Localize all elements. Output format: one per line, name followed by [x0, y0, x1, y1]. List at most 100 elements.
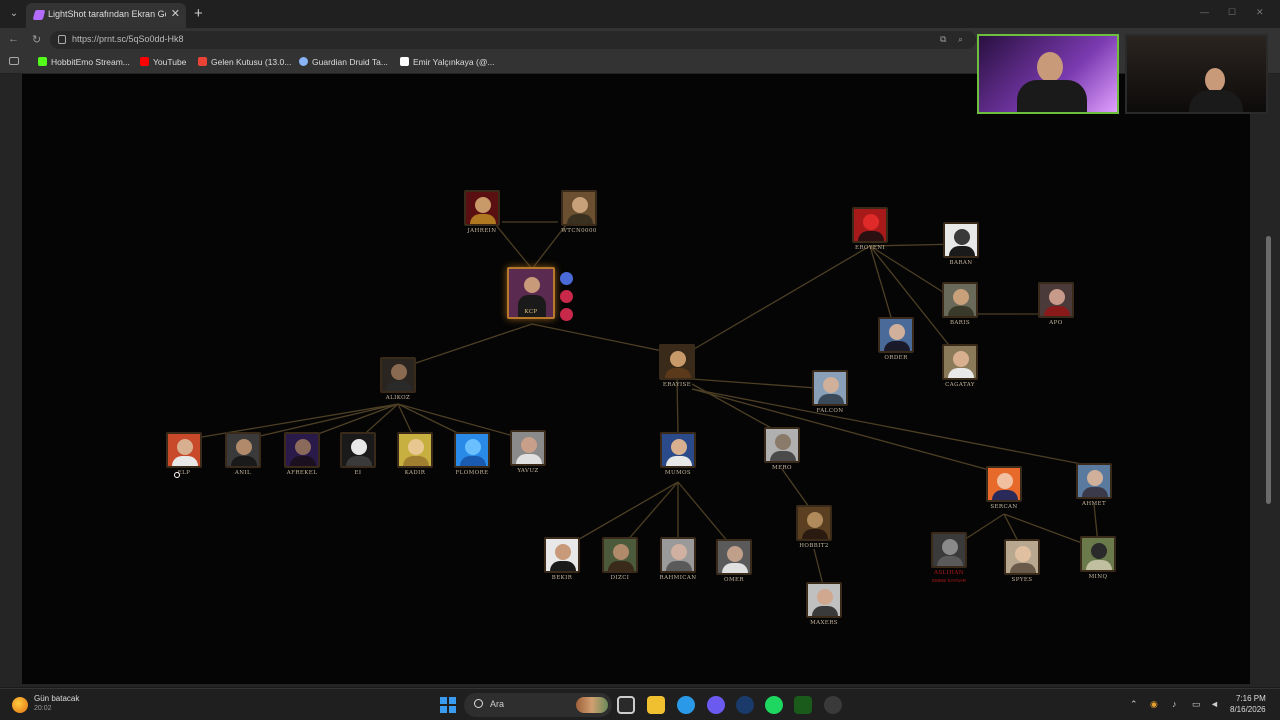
tab-lightshot[interactable]: LightShot tarafından Ekran Görün ✕	[26, 3, 186, 28]
new-tab-button[interactable]: +	[194, 5, 203, 22]
tray-app-icon[interactable]: ◉	[1150, 699, 1158, 710]
node-jahrein[interactable]: JAHREIN	[450, 190, 514, 250]
node-hobbit[interactable]: HOBBIT2	[782, 505, 846, 565]
badge-red-icon[interactable]	[560, 308, 573, 321]
url-text[interactable]: https://prnt.sc/5qSo0dd-Hk8	[72, 34, 184, 44]
node-label: RAHMICAN	[659, 575, 697, 581]
volume-icon[interactable]: ◄	[1210, 699, 1219, 709]
spotify-icon[interactable]	[765, 696, 783, 714]
obs-icon[interactable]	[824, 696, 842, 714]
node-label: KCP	[524, 309, 538, 315]
node-label: ELP	[177, 470, 191, 476]
avatar	[764, 427, 800, 463]
node-label: EI	[354, 470, 362, 476]
avatar	[660, 537, 696, 573]
node-ahmet[interactable]: AHMET	[1062, 463, 1126, 523]
network-icon[interactable]: ▭	[1192, 699, 1201, 710]
lightshot-favicon-icon	[32, 10, 46, 20]
avatar	[1080, 536, 1116, 572]
kick-app-icon[interactable]	[794, 696, 812, 714]
node-mumos[interactable]: MUMOS	[646, 432, 710, 492]
edge-icon[interactable]	[677, 696, 695, 714]
weather-sunset-icon[interactable]	[12, 697, 28, 713]
taskbar-search[interactable]: Ara	[464, 693, 612, 717]
tray-chevron-icon[interactable]: ⌃	[1130, 699, 1138, 710]
node-label: ORDER	[884, 355, 908, 361]
maximize-icon[interactable]: ☐	[1228, 7, 1236, 18]
avatar	[942, 344, 978, 380]
node-erayise[interactable]: ERAYISE	[645, 344, 709, 404]
clock-time[interactable]: 7:16 PM	[1236, 694, 1266, 703]
tab-list-icon[interactable]: ⌄	[6, 6, 22, 22]
discord-icon[interactable]	[707, 696, 725, 714]
node-ei[interactable]: EI	[326, 432, 390, 492]
node-sercan[interactable]: SERCAN	[972, 466, 1036, 526]
node-baris[interactable]: BARIS	[928, 282, 992, 342]
node-order[interactable]: ORDER	[864, 317, 928, 377]
apps-icon[interactable]	[9, 57, 19, 65]
node-label: EROYENI	[854, 245, 886, 251]
node-alikoz[interactable]: ALIKOZ	[366, 357, 430, 417]
webcam-overlay-streamer	[977, 34, 1119, 114]
minimize-icon[interactable]: —	[1200, 7, 1209, 17]
steam-icon[interactable]	[736, 696, 754, 714]
tab-close-icon[interactable]: ✕	[171, 7, 180, 20]
node-dizci[interactable]: DIZCI	[588, 537, 652, 597]
avatar	[659, 344, 695, 380]
node-minq[interactable]: MINQ	[1066, 536, 1130, 596]
bookmark-youtube[interactable]: YouTube	[140, 57, 186, 69]
node-omer[interactable]: OMER	[702, 539, 766, 599]
node-afrekel[interactable]: AFREKEL	[270, 432, 334, 492]
avatar	[852, 207, 888, 243]
bookmark-guardian-druid[interactable]: Guardian Druid Ta...	[299, 57, 388, 69]
avatar	[878, 317, 914, 353]
task-view-icon[interactable]	[617, 696, 635, 714]
node-baran[interactable]: BARAN	[929, 222, 993, 282]
file-explorer-icon[interactable]	[647, 696, 665, 714]
avatar	[544, 537, 580, 573]
node-root[interactable]: KCP	[499, 267, 563, 327]
bookmark-x[interactable]: Emir Yalçınkaya (@...	[400, 57, 495, 69]
node-label: KADIR	[404, 470, 426, 476]
node-label: OMER	[724, 577, 744, 583]
start-button[interactable]	[440, 697, 456, 713]
avatar	[660, 432, 696, 468]
microphone-icon[interactable]: ♪	[1172, 699, 1177, 709]
badge-blue-icon[interactable]	[560, 272, 573, 285]
node-label: SPYES	[1011, 577, 1033, 583]
site-info-icon[interactable]	[58, 35, 66, 44]
node-kadir[interactable]: KADIR	[383, 432, 447, 492]
weather-title[interactable]: Gün batacak	[34, 694, 79, 703]
node-yavuz[interactable]: YAVUZ	[496, 430, 560, 490]
zoom-icon[interactable]: ⌕	[958, 34, 963, 45]
back-icon[interactable]: ←	[8, 33, 19, 45]
node-apo[interactable]: APO	[1024, 282, 1088, 342]
node-label: BEKIR	[551, 575, 573, 581]
address-bar[interactable]: https://prnt.sc/5qSo0dd-Hk8 ⧉ ⌕	[50, 31, 976, 49]
node-flomore[interactable]: FLOMORE	[440, 432, 504, 492]
node-falcon[interactable]: FALCON	[798, 370, 862, 430]
node-anil[interactable]: ANIL	[211, 432, 275, 492]
clock-date[interactable]: 8/16/2026	[1230, 705, 1266, 714]
node-label: MINQ	[1088, 574, 1108, 580]
node-rahmican[interactable]: RAHMICAN	[646, 537, 710, 597]
node-label: DIZCI	[610, 575, 630, 581]
node-eroyeni[interactable]: EROYENI	[838, 207, 902, 267]
node-wtcn[interactable]: WTCN0000	[547, 190, 611, 250]
tab-bar: ⌄ LightShot tarafından Ekran Görün ✕ + —…	[0, 0, 1280, 28]
reload-icon[interactable]: ↻	[32, 33, 41, 46]
badge-red-icon[interactable]	[560, 290, 573, 303]
page-scrollbar[interactable]	[1266, 236, 1271, 504]
node-spyes[interactable]: SPYES	[990, 539, 1054, 599]
node-cagatay[interactable]: CAGATAY	[928, 344, 992, 404]
avatar	[931, 532, 967, 568]
close-window-icon[interactable]: ✕	[1256, 7, 1264, 18]
bookmark-kick[interactable]: HobbitEmo Stream...	[38, 57, 130, 69]
node-mero[interactable]: MERO	[750, 427, 814, 487]
bookmark-gmail[interactable]: Gelen Kutusu (13.0...	[198, 57, 291, 69]
node-elp[interactable]: ELP	[152, 432, 216, 492]
install-app-icon[interactable]: ⧉	[940, 34, 946, 45]
node-unknown[interactable]: ASLIHAN EMINE KAYNAR	[917, 532, 981, 592]
node-bekir[interactable]: BEKIR	[530, 537, 594, 597]
node-maxers[interactable]: MAXERS	[792, 582, 856, 642]
